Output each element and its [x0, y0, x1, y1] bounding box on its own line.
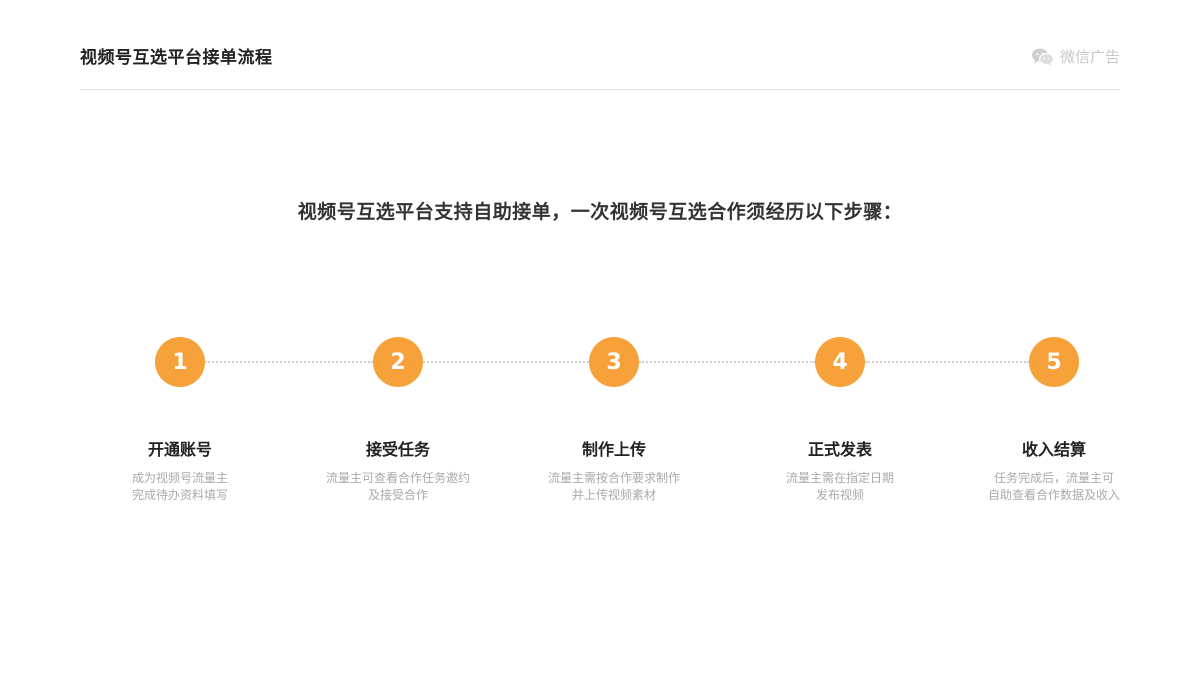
step-connector: [865, 361, 1029, 363]
step-description-line: 流量主可查看合作任务邀约: [325, 471, 470, 485]
step-description-line: 流量主需在指定日期: [785, 471, 894, 485]
step-number-badge: 1: [155, 337, 205, 387]
step-description-line: 发布视频: [815, 488, 864, 502]
step-connector: [423, 361, 589, 363]
step-description-line: 流量主需按合作要求制作: [547, 471, 680, 485]
brand-label: 微信广告: [1059, 48, 1120, 66]
page-title: 视频号互选平台接单流程: [80, 48, 273, 68]
wechat-ads-brand: 微信广告: [1031, 46, 1120, 67]
step-description-line: 并上传视频素材: [571, 488, 656, 502]
step-description: 流量主需在指定日期 发布视频: [730, 470, 950, 504]
step-title: 接受任务: [365, 440, 430, 459]
step-description-line: 完成待办资料填写: [131, 488, 228, 502]
step-description: 流量主需按合作要求制作 并上传视频素材: [504, 470, 724, 504]
step-description-line: 自助查看合作数据及收入: [987, 488, 1120, 502]
step-description-line: 成为视频号流量主: [131, 471, 228, 485]
step-description: 流量主可查看合作任务邀约 及接受合作: [288, 470, 508, 504]
step-description-line: 任务完成后，流量主可: [993, 471, 1114, 485]
header-divider: [80, 89, 1120, 90]
step-description: 成为视频号流量主 完成待办资料填写: [70, 470, 290, 504]
step-title: 开通账号: [147, 440, 212, 459]
step-number-badge: 2: [373, 337, 423, 387]
step-title: 收入结算: [1021, 440, 1086, 459]
step-number-badge: 5: [1029, 337, 1079, 387]
step-number-badge: 4: [815, 337, 865, 387]
wechat-icon: [1031, 47, 1055, 67]
intro-text: 视频号互选平台支持自助接单，一次视频号互选合作须经历以下步骤：: [297, 201, 903, 223]
step-number-badge: 3: [589, 337, 639, 387]
step-description-line: 及接受合作: [367, 488, 428, 502]
step-title: 制作上传: [581, 440, 646, 459]
step-connector: [639, 361, 815, 363]
step-connector: [205, 361, 373, 363]
step-description: 任务完成后，流量主可 自助查看合作数据及收入: [944, 470, 1164, 504]
step-title: 正式发表: [807, 440, 872, 459]
